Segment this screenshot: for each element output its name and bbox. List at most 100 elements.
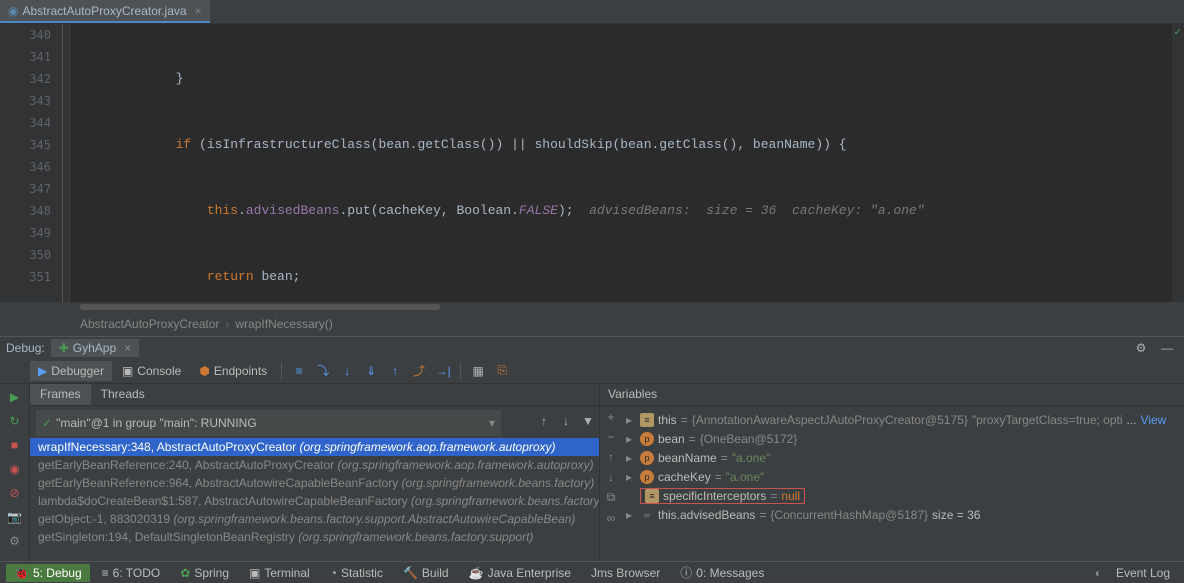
inline-debug-hint: advisedBeans: size = 36 cacheKey: "a.one… [574,203,925,218]
expand-icon[interactable]: ▸ [626,470,636,484]
chevron-right-icon: › [225,317,229,331]
breadcrumb: AbstractAutoProxyCreator › wrapIfNecessa… [0,312,1184,336]
status-build-button[interactable]: 🔨 Build [395,564,457,582]
frames-tab[interactable]: Frames [30,384,91,405]
line-number: 351 [0,266,51,288]
line-number: 341 [0,46,51,68]
stack-frame-item[interactable]: getEarlyBeanReference:964, AbstractAutow… [30,474,599,492]
line-number: 350 [0,244,51,266]
chart-icon: ◔ [330,566,337,580]
highlighted-variable[interactable]: ≡ specificInterceptors = null [640,488,805,504]
add-watch-icon[interactable]: + [607,410,614,424]
close-icon[interactable]: × [124,341,131,355]
code-editor[interactable]: 340 341 342 343 344 345 346 347 348 349 … [0,24,1184,302]
editor-marker-bar[interactable]: ✓ [1172,24,1184,302]
status-statistic-button[interactable]: ◔ Statistic [322,564,391,582]
close-icon[interactable]: × [195,4,202,18]
line-gutter: 340 341 342 343 344 345 346 347 348 349 … [0,24,70,302]
file-tab-name: AbstractAutoProxyCreator.java [22,4,186,18]
view-breakpoints-icon[interactable]: ◉ [6,460,24,478]
array-icon: ≡ [645,489,659,503]
object-icon: ≡ [640,413,654,427]
stop-icon[interactable]: ■ [6,436,24,454]
param-icon: p [640,451,654,465]
frame-list[interactable]: wrapIfNecessary:348, AbstractAutoProxyCr… [30,438,599,546]
minimize-icon[interactable]: — [1156,337,1178,359]
run-to-cursor-icon[interactable]: →| [432,360,454,382]
event-log-button[interactable]: Event Log [1108,564,1178,582]
console-tab[interactable]: ▣ Console [114,361,189,381]
frames-panel-tabs: Frames Threads [30,384,599,406]
stack-frame-item[interactable]: getObject:-1, 883020319 (org.springframe… [30,510,599,528]
step-over-icon[interactable]: ⤵ [312,360,334,382]
debugger-tab[interactable]: ▶ Debugger [30,361,112,381]
expand-icon[interactable]: ▸ [626,451,636,465]
show-execution-point-icon[interactable]: ≡ [288,360,310,382]
status-todo-button[interactable]: ≡ 6: TODO [94,564,169,582]
rerun-icon[interactable]: ↻ [6,412,24,430]
status-spring-button[interactable]: ✿ Spring [172,564,237,582]
status-messages-button[interactable]: ⓘ 0: Messages [672,562,772,583]
info-icon: ⓘ [680,564,692,581]
expand-icon[interactable]: ▸ [626,413,636,427]
run-config-tab[interactable]: ✚ GyhApp × [51,339,139,357]
line-number: 343 [0,90,51,112]
file-tab[interactable]: ◉ AbstractAutoProxyCreator.java × [0,0,210,23]
variables-header: Variables [600,384,1184,406]
code-area[interactable]: } if (isInfrastructureClass(bean.getClas… [70,24,1184,302]
endpoints-tab[interactable]: ⬢ Endpoints [191,361,275,381]
drop-frame-icon[interactable]: ⤴ [408,360,430,382]
threads-tab[interactable]: Threads [91,384,155,405]
resume-icon[interactable]: ▶ [6,388,24,406]
stack-frame-item[interactable]: getEarlyBeanReference:240, AbstractAutoP… [30,456,599,474]
param-icon: p [640,470,654,484]
expand-icon[interactable]: ▸ [626,508,636,522]
mute-breakpoints-icon[interactable]: ⊘ [6,484,24,502]
status-debug-button[interactable]: 🐞 5: Debug [6,564,90,582]
show-watches-icon[interactable]: ↓ [608,470,614,484]
line-number: 344 [0,112,51,134]
step-into-icon[interactable]: ↓ [336,360,358,382]
java-file-icon: ◉ [8,4,18,18]
stack-frame-item[interactable]: lambda$doCreateBean$1:587, AbstractAutow… [30,492,599,510]
variable-row-highlighted: ▸ ≡ specificInterceptors = null [626,486,1180,505]
endpoints-icon: ⬢ [199,364,209,378]
line-number: 340 [0,24,51,46]
variable-row: ▸ p beanName = "a.one" [626,448,1180,467]
breadcrumb-method[interactable]: wrapIfNecessary() [235,317,332,331]
console-icon: ▣ [122,364,133,378]
previous-frame-icon[interactable]: ↑ [533,410,555,432]
expand-icon[interactable]: ▸ [626,432,636,446]
status-java-enterprise-button[interactable]: ☕ Java Enterprise [461,564,579,582]
stack-frame-item[interactable]: getSingleton:194, DefaultSingletonBeanRe… [30,528,599,546]
hammer-icon: 🔨 [403,566,418,580]
settings-icon[interactable]: ⚙ [6,532,24,550]
force-step-into-icon[interactable]: ⇓ [360,360,382,382]
line-number: 342 [0,68,51,90]
run-config-name: GyhApp [73,341,116,355]
status-jms-button[interactable]: Jms Browser [583,564,668,582]
glasses-icon[interactable]: ∞ [607,511,616,525]
evaluate-expression-icon[interactable]: ▦ [467,360,489,382]
variables-tree[interactable]: ▸ ≡ this = {AnnotationAwareAspectJAutoPr… [600,406,1184,528]
status-indicator-icon[interactable]: ◐ [1095,566,1102,580]
horizontal-scrollbar[interactable] [0,302,1184,312]
thread-selector-dropdown[interactable]: ✓ "main"@1 in group "main": RUNNING ▾ [36,410,501,436]
trace-current-stream-icon[interactable]: ⎘ [491,360,513,382]
breadcrumb-class[interactable]: AbstractAutoProxyCreator [80,317,219,331]
variable-row: ▸ ≡ this = {AnnotationAwareAspectJAutoPr… [626,410,1180,429]
step-out-icon[interactable]: ↑ [384,360,406,382]
remove-watch-icon[interactable]: − [607,430,614,444]
duplicate-icon[interactable]: ⧉ [607,490,616,505]
gear-icon[interactable]: ⚙ [1130,337,1152,359]
get-thread-dump-icon[interactable]: 📷 [6,508,24,526]
filter-icon[interactable]: ▼ [577,410,599,432]
line-number: 345 [0,134,51,156]
duplicate-watch-icon[interactable]: ↑ [608,450,614,464]
view-link[interactable]: View [1141,413,1167,427]
next-frame-icon[interactable]: ↓ [555,410,577,432]
status-terminal-button[interactable]: ▣ Terminal [241,564,318,582]
infinity-icon: ∞ [640,508,654,522]
line-number: 347 [0,178,51,200]
stack-frame-item[interactable]: wrapIfNecessary:348, AbstractAutoProxyCr… [30,438,599,456]
